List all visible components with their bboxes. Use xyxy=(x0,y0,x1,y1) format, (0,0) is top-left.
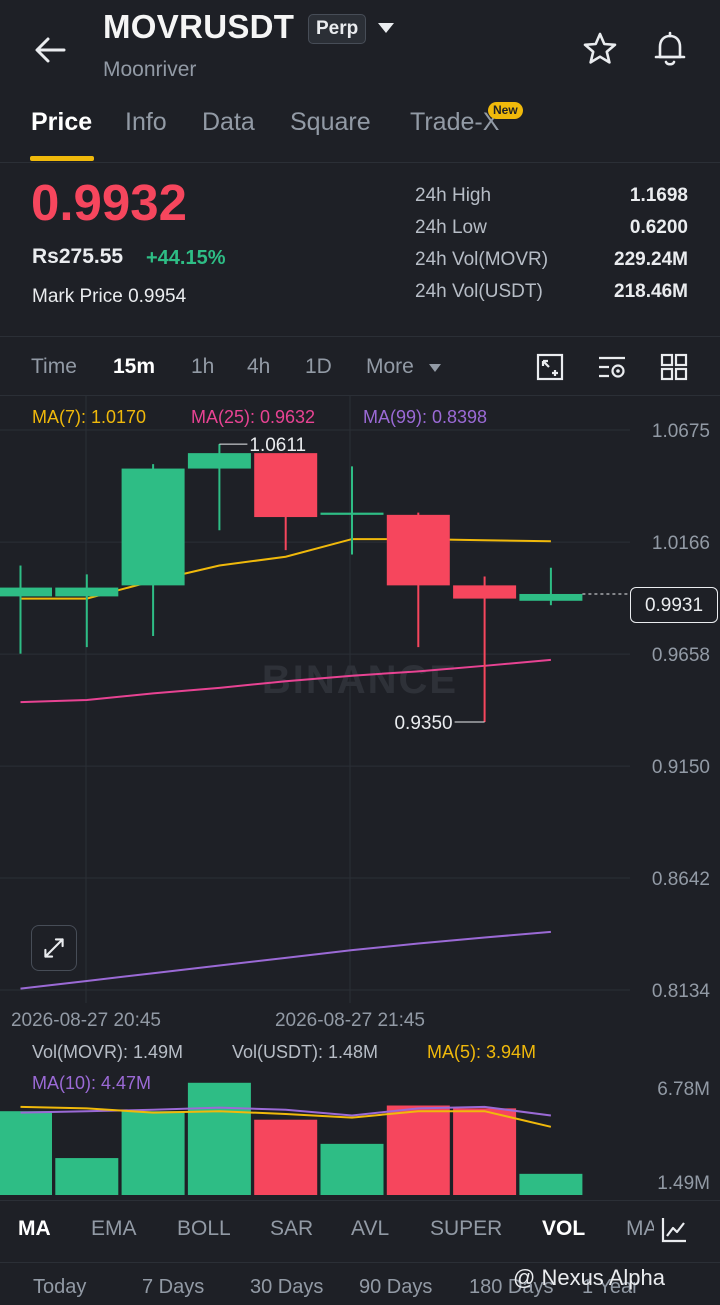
tab-data[interactable]: Data xyxy=(202,108,255,137)
y-tick-label: 0.9150 xyxy=(652,757,710,778)
interval-1h[interactable]: 1h xyxy=(191,355,214,379)
more-caret-icon[interactable] xyxy=(427,362,443,374)
candle-body xyxy=(519,593,583,601)
top-bar: MOVRUSDT Perp Moonriver xyxy=(0,0,720,95)
price-change-percent: +44.15% xyxy=(146,247,226,269)
x-tick-label: 2026-08-27 20:45 xyxy=(11,1010,161,1031)
volume-bar xyxy=(453,1108,517,1195)
tab-trade-x[interactable]: Trade-X xyxy=(410,108,499,137)
candle-body xyxy=(386,514,450,586)
candle-body xyxy=(320,512,384,515)
candle-body xyxy=(55,587,119,597)
indicator-sar[interactable]: SAR xyxy=(270,1217,313,1241)
x-tick-label: 2026-08-27 21:45 xyxy=(275,1010,425,1031)
star-icon[interactable] xyxy=(581,30,619,68)
y-tick-label: 0.8134 xyxy=(652,981,711,1002)
mark-price-value: 0.9954 xyxy=(128,286,187,307)
mark-price: Mark Price 0.9954 xyxy=(32,286,186,308)
candle-body xyxy=(453,585,517,599)
range-90-days[interactable]: 90 Days xyxy=(359,1276,432,1299)
active-tab-indicator xyxy=(30,156,94,161)
y-tick-label: 0.8642 xyxy=(652,869,710,890)
volume-chart[interactable]: 6.78M 1.49M xyxy=(0,1035,720,1200)
indicator-chart-icon[interactable] xyxy=(659,1215,689,1245)
range-7-days[interactable]: 7 Days xyxy=(142,1276,204,1299)
y-tick-label: 0.9658 xyxy=(652,645,710,666)
chart-mode-icon[interactable] xyxy=(535,352,565,382)
divider xyxy=(0,1262,720,1263)
volume-bar xyxy=(386,1105,450,1195)
asset-name: Moonriver xyxy=(103,58,197,81)
candlestick-chart[interactable]: 1.06751.01660.96580.91500.86420.8134BINA… xyxy=(0,395,720,1035)
volume-bar xyxy=(187,1082,251,1195)
volume-bar xyxy=(55,1158,119,1195)
interval-1d[interactable]: 1D xyxy=(305,355,332,379)
y-tick-label: 1.0675 xyxy=(652,421,710,442)
stat-24h-vol-usdt-value: 218.46M xyxy=(614,281,688,302)
interval-15m[interactable]: 15m xyxy=(113,355,155,379)
vol-y-tick-label: 6.78M xyxy=(657,1079,710,1100)
volume-bar xyxy=(121,1111,185,1195)
indicator-ema[interactable]: EMA xyxy=(91,1217,137,1241)
vol-y-tick-label: 1.49M xyxy=(657,1173,710,1194)
divider xyxy=(0,1200,720,1201)
stat-24h-vol-usdt-label: 24h Vol(USDT) xyxy=(415,281,543,302)
interval-time[interactable]: Time xyxy=(31,355,77,379)
y-tick-label: 1.0166 xyxy=(652,533,710,554)
stat-24h-low-value: 0.6200 xyxy=(629,217,688,238)
indicator-vol[interactable]: VOL xyxy=(542,1217,585,1241)
low-annotation: 0.9350 xyxy=(394,713,452,734)
grid-layout-icon[interactable] xyxy=(659,352,689,382)
indicator-ma[interactable]: MA xyxy=(18,1217,51,1241)
last-price: 0.9932 xyxy=(31,174,187,231)
stat-24h-high-value: 1.1698 xyxy=(629,185,688,206)
symbol-title[interactable]: MOVRUSDT xyxy=(103,8,294,46)
bell-icon[interactable] xyxy=(651,29,689,69)
ma7-legend: MA(7): 1.0170 xyxy=(32,407,147,427)
volume-bar xyxy=(519,1173,583,1195)
mark-price-label: Mark Price xyxy=(32,286,123,307)
range-30-days[interactable]: 30 Days xyxy=(250,1276,323,1299)
back-arrow-icon[interactable] xyxy=(30,30,70,70)
tab-info[interactable]: Info xyxy=(125,108,167,137)
volume-bar xyxy=(254,1119,318,1195)
ma99-legend: MA(99): 0.8398 xyxy=(363,407,488,427)
stat-24h-vol-movr-label: 24h Vol(MOVR) xyxy=(415,249,549,270)
ma99-line xyxy=(20,930,551,990)
interval-4h[interactable]: 4h xyxy=(247,355,270,379)
current-price-tag: 0.9931 xyxy=(630,587,718,623)
stat-24h-low-label: 24h Low xyxy=(415,217,487,238)
new-badge: New xyxy=(488,102,523,119)
divider xyxy=(0,336,720,337)
tab-price[interactable]: Price xyxy=(31,108,92,137)
tab-square[interactable]: Square xyxy=(290,108,371,137)
nexus-alpha-watermark: @ Nexus Alpha xyxy=(513,1265,665,1290)
range-today[interactable]: Today xyxy=(33,1276,86,1299)
expand-icon xyxy=(44,938,64,958)
indicator-ma-sub[interactable]: MA xyxy=(626,1217,654,1241)
stat-24h-high-label: 24h High xyxy=(415,185,492,206)
perp-badge: Perp xyxy=(308,14,367,44)
indicator-avl[interactable]: AVL xyxy=(351,1217,389,1241)
interval-more[interactable]: More xyxy=(366,355,414,379)
divider xyxy=(0,162,720,163)
indicator-boll[interactable]: BOLL xyxy=(177,1217,231,1241)
indicator-super[interactable]: SUPER xyxy=(430,1217,502,1241)
volume-bar xyxy=(320,1143,384,1195)
chevron-down-icon[interactable] xyxy=(375,20,397,36)
indicator-settings-icon[interactable] xyxy=(597,352,627,382)
fullscreen-button[interactable] xyxy=(31,925,77,971)
high-annotation: 1.0611 xyxy=(249,435,306,456)
fiat-price: Rs275.55 xyxy=(32,245,124,268)
volume-bar xyxy=(0,1111,52,1195)
candle-body xyxy=(187,453,251,469)
candle-body xyxy=(121,468,185,586)
candle-body xyxy=(0,587,52,597)
candle-body xyxy=(254,453,318,518)
stat-24h-vol-movr-value: 229.24M xyxy=(614,249,688,270)
ma25-legend: MA(25): 0.9632 xyxy=(191,407,316,427)
